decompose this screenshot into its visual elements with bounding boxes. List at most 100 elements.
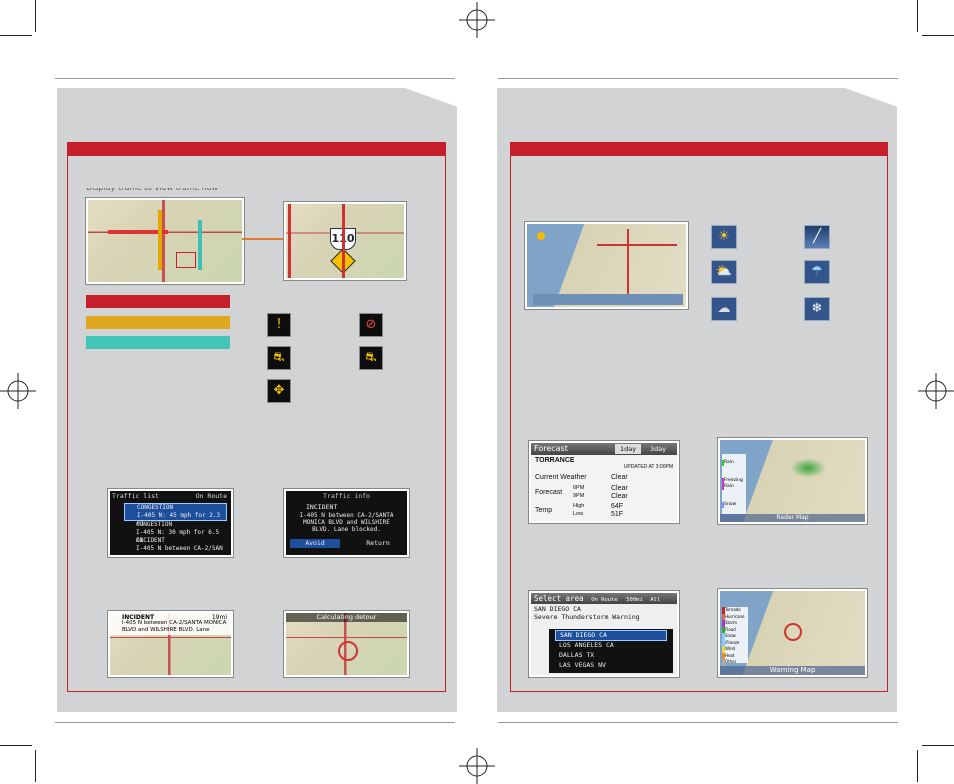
row-kind: CONGESTION — [136, 521, 173, 528]
list-item[interactable]: CONGESTION I-405 N: 30 mph for 6.5 mi — [124, 521, 227, 544]
zoom-box — [176, 252, 196, 268]
rain-icon: ╱ — [804, 225, 830, 249]
avoid-button[interactable]: Avoid — [290, 539, 340, 548]
forecast-label: Forecast — [535, 489, 563, 496]
weather-overview-map — [525, 222, 688, 309]
cloudy-icon: ☁ — [711, 297, 737, 321]
legend-freezing-rain: Freezing Rain — [722, 478, 746, 490]
traffic-zoom-map: 110 — [284, 202, 406, 280]
rule-line — [498, 722, 898, 723]
crop-mark — [917, 750, 918, 782]
current-weather-value: Clear — [611, 474, 628, 481]
high-value: 64F — [611, 503, 624, 510]
incident-body: I-405 N between CA-2/SANTA MONICA BLVD a… — [122, 620, 227, 633]
list-item[interactable]: DALLAS TX — [555, 651, 667, 660]
select-area-title: Select area — [534, 594, 584, 603]
select-area-scope[interactable]: On Route — [588, 597, 618, 603]
incident-heading: INCIDENT — [306, 503, 338, 511]
vehicle-position-icon — [784, 623, 802, 641]
radar-echo — [790, 458, 826, 478]
temp-label: Temp — [535, 507, 553, 514]
traffic-list-title: Traffic list — [112, 492, 159, 500]
road-line — [627, 229, 629, 299]
select-area-screen: Select area On Route 500mi All SAN DIEGO… — [529, 591, 679, 677]
incident-warning-icon: ! — [267, 313, 291, 337]
forecast-time-1: 6PM — [573, 485, 585, 491]
connector-line — [242, 238, 286, 240]
road-merge-icon: ✥ — [267, 379, 291, 403]
list-item[interactable]: LAS VEGAS NV — [555, 661, 667, 670]
list-item[interactable]: CONGESTION I-405 N: 45 mph for 2.3 mi — [124, 503, 227, 527]
road-closed-icon: ⊘ — [359, 313, 383, 337]
radar-map-screen: Rain Freezing Rain Snow Radar Map — [718, 438, 867, 524]
row-desc: I-405 N between CA-2/SAN — [136, 545, 223, 552]
list-item[interactable]: INCIDENT I-405 N between CA-2/SAN — [124, 537, 227, 553]
list-item[interactable]: SAN DIEGO CA — [555, 630, 667, 641]
registration-mark-icon — [459, 2, 495, 38]
forecast-updated: UPDATED AT 3:00PM — [623, 464, 673, 470]
weather-hazard-icon: ⛐ — [359, 346, 383, 370]
select-area-all[interactable]: All — [647, 597, 660, 603]
high-label: High — [573, 503, 585, 509]
list-item[interactable]: LOS ANGELES CA — [555, 641, 667, 650]
traffic-list-screen: Traffic list On Route CONGESTION I-405 N… — [108, 489, 233, 557]
crop-mark — [917, 0, 918, 32]
forecast-title: Forecast — [534, 444, 568, 453]
current-weather-label: Current Weather — [535, 474, 587, 481]
warning-map-title: Warning Map — [720, 666, 865, 675]
traffic-flow-line — [342, 204, 345, 278]
forecast-time-2: 9PM — [573, 493, 585, 499]
traffic-list-scope[interactable]: On Route — [196, 492, 227, 500]
traffic-flow-line — [288, 204, 291, 278]
right-header-bar — [510, 142, 887, 156]
return-button[interactable]: Return — [354, 539, 402, 548]
sun-icon — [537, 232, 545, 240]
crop-mark — [922, 35, 954, 36]
tab-3day[interactable]: 3day — [645, 444, 671, 454]
forecast-screen: Forecast 1day 3day TORRANCE UPDATED AT 3… — [529, 441, 679, 523]
selected-city: SAN DIEGO CA — [534, 605, 581, 613]
crop-mark — [35, 750, 36, 782]
crop-mark — [922, 745, 954, 746]
map-status-bar — [533, 294, 683, 305]
umbrella-icon: ☂ — [804, 260, 830, 284]
registration-mark-icon — [0, 373, 36, 409]
detour-screen: Calculating detour — [284, 611, 409, 677]
left-header-bar — [67, 142, 445, 156]
low-value: 51F — [611, 511, 624, 518]
rule-line — [498, 78, 898, 79]
legend-snow: Snow — [722, 502, 746, 508]
select-area-range: 500mi — [626, 597, 643, 603]
free-flow-swatch — [86, 336, 230, 349]
radar-map-title: Radar Map — [720, 514, 865, 522]
forecast-value-1: Clear — [611, 485, 628, 492]
row-kind: CONGESTION — [137, 504, 174, 511]
crop-mark — [0, 35, 32, 36]
radar-legend: Rain Freezing Rain Snow — [722, 454, 746, 514]
traffic-overview-map — [86, 198, 244, 284]
low-label: Low — [573, 511, 584, 517]
warning-text: Severe Thunderstorm Warning — [534, 613, 640, 621]
rule-line — [55, 722, 455, 723]
warning-legend: Tornado Hurricane Storm Flood Snow /Free… — [722, 607, 748, 666]
legend-snow-freeze: Snow /Freeze — [722, 633, 748, 646]
crop-mark — [0, 745, 32, 746]
tab-1day[interactable]: 1day — [615, 444, 641, 454]
road-line — [597, 244, 677, 246]
legend-other: Other — [722, 659, 748, 666]
traffic-info-screen: Traffic info INCIDENT I-405 N between CA… — [284, 489, 409, 557]
registration-mark-icon — [459, 748, 495, 784]
registration-mark-icon — [918, 373, 954, 409]
moderate-traffic-swatch — [86, 316, 230, 329]
sunny-icon: ☀ — [711, 225, 737, 249]
heavy-traffic-swatch — [86, 295, 230, 308]
warning-map-screen: Tornado Hurricane Storm Flood Snow /Free… — [718, 589, 867, 677]
row-kind: INCIDENT — [136, 537, 165, 544]
forecast-value-2: Clear — [611, 493, 628, 500]
incident-body: I-405 N between CA-2/SANTA MONICA BLVD a… — [299, 512, 394, 533]
incident-map-screen: INCIDENT 19mi I-405 N between CA-2/SANTA… — [108, 611, 233, 677]
snow-icon: ❄ — [804, 297, 830, 321]
partly-cloudy-icon: ⛅ — [711, 260, 737, 284]
traffic-flow-line — [158, 210, 162, 270]
calculating-banner: Calculating detour — [286, 613, 407, 622]
